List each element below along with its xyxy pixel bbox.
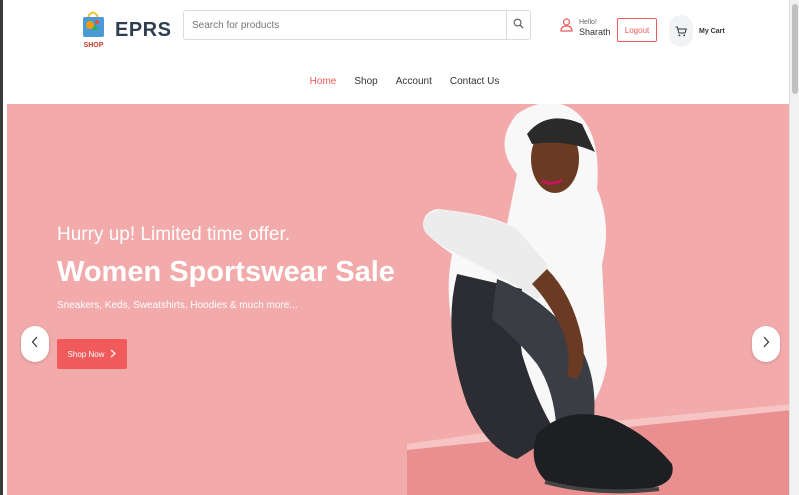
nav-contact-us[interactable]: Contact Us (450, 76, 499, 87)
slider-prev-button[interactable] (21, 326, 49, 362)
chevron-right-icon (110, 349, 117, 360)
user-text: Hello! Sharath (579, 19, 611, 37)
user-icon (560, 18, 573, 37)
brand-name: EPRS (115, 18, 172, 41)
user-greeting: Hello! (579, 18, 597, 26)
shop-now-label: Shop Now (67, 349, 105, 359)
shop-now-button[interactable]: Shop Now (57, 339, 127, 369)
search-button[interactable] (506, 11, 530, 39)
hero-model-image (407, 104, 792, 495)
hero-subtitle: Hurry up! Limited time offer. (57, 224, 291, 245)
cart-label: My Cart (699, 27, 725, 35)
cart-icon (669, 15, 693, 47)
chevron-left-icon (31, 335, 39, 353)
page-scrollbar[interactable] (789, 0, 799, 495)
user-name: Sharath (579, 26, 611, 37)
page: SHOP EPRS Hello! Sharath Logout My Cart … (0, 0, 799, 495)
logout-button[interactable]: Logout (617, 18, 657, 42)
brand-logo[interactable]: SHOP EPRS (80, 8, 171, 52)
search-icon (513, 16, 524, 34)
search-bar (183, 10, 531, 40)
scrollbar-thumb[interactable] (792, 4, 798, 94)
search-input[interactable] (184, 11, 506, 39)
cart-button[interactable]: My Cart (669, 15, 725, 47)
hero-banner: Hurry up! Limited time offer. Women Spor… (7, 104, 792, 495)
hero-title: Women Sportswear Sale (57, 256, 395, 288)
nav-account[interactable]: Account (396, 76, 432, 87)
nav-shop[interactable]: Shop (354, 76, 377, 87)
main-nav: Home Shop Account Contact Us (3, 76, 792, 87)
chevron-right-icon (762, 335, 770, 353)
logo-text: SHOP (84, 42, 104, 49)
shop-bag-logo: SHOP (80, 8, 107, 52)
user-account[interactable]: Hello! Sharath (560, 18, 611, 37)
slider-next-button[interactable] (752, 326, 780, 362)
hero-description: Sneakers, Keds, Sweatshirts, Hoodies & m… (57, 300, 298, 311)
nav-home[interactable]: Home (310, 76, 337, 87)
